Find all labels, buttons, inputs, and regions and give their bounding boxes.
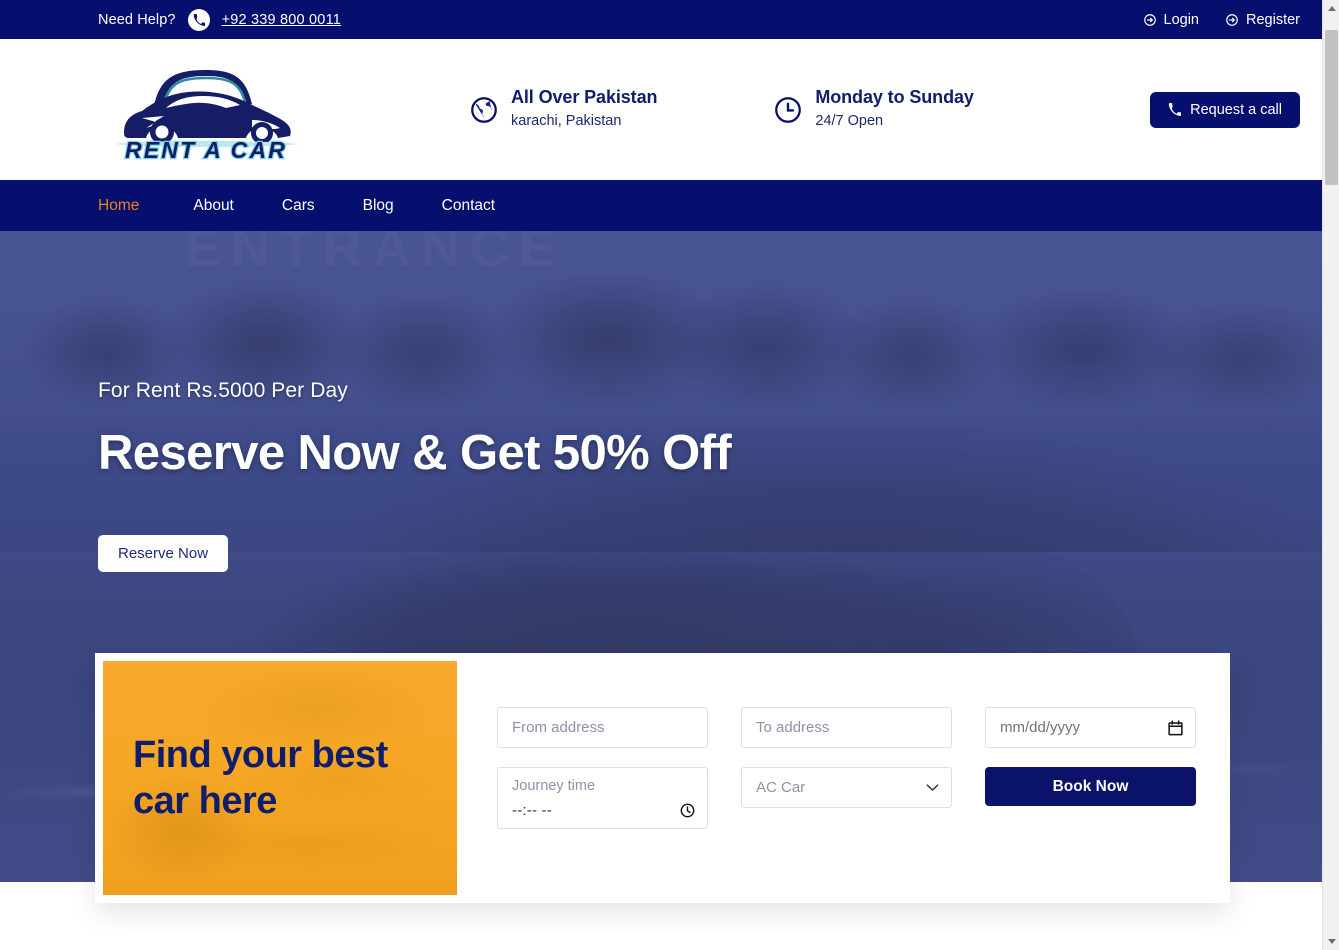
location-subtitle: karachi, Pakistan — [511, 112, 622, 129]
register-link[interactable]: Register — [1225, 12, 1300, 28]
to-address-field — [741, 707, 952, 748]
site-header: RENT A CAR All Over Pakistan karachi, Pa… — [0, 39, 1322, 180]
nav-item-home[interactable]: Home — [98, 180, 169, 231]
booking-form-row-1: mm/dd/yyyy — [497, 707, 1196, 748]
from-address-field — [497, 707, 708, 748]
login-link[interactable]: Login — [1143, 12, 1199, 28]
svg-text:RENT A CAR: RENT A CAR — [124, 137, 286, 162]
journey-date-input[interactable]: mm/dd/yyyy — [985, 707, 1196, 748]
journey-date-field: mm/dd/yyyy — [985, 707, 1196, 748]
car-type-field: AC Car — [741, 767, 952, 829]
main-navigation: Home About Cars Blog Contact — [0, 180, 1322, 231]
header-info-hours: Monday to Sunday 24/7 Open — [773, 86, 974, 132]
hours-title: Monday to Sunday — [815, 87, 974, 108]
to-address-input[interactable] — [741, 707, 952, 748]
request-a-call-button[interactable]: Request a call — [1150, 91, 1300, 128]
journey-time-value: --:-- -- — [512, 801, 552, 819]
register-label: Register — [1246, 11, 1300, 28]
booking-card: Find your best car here mm/dd/yyyy — [95, 653, 1230, 903]
topbar-contact-group: Need Help? +92 339 800 0011 — [98, 8, 341, 31]
browser-viewport: Need Help? +92 339 800 0011 Login Regist… — [0, 0, 1322, 950]
header-info-location-text: All Over Pakistan karachi, Pakistan — [511, 86, 657, 132]
journey-time-label: Journey time — [512, 778, 596, 794]
nav-item-contact[interactable]: Contact — [418, 180, 519, 231]
clock-icon — [773, 95, 803, 125]
phone-icon — [187, 8, 210, 31]
globe-icon — [469, 95, 499, 125]
car-type-select[interactable]: AC Car — [741, 767, 952, 808]
reserve-now-button[interactable]: Reserve Now — [98, 535, 229, 572]
hours-subtitle: 24/7 Open — [815, 112, 884, 129]
need-help-label: Need Help? — [98, 11, 176, 28]
journey-time-input[interactable]: Journey time --:-- -- — [497, 767, 708, 829]
scroll-up-arrow-icon[interactable] — [1323, 0, 1339, 17]
site-logo[interactable]: RENT A CAR — [98, 55, 313, 165]
scroll-down-arrow-icon[interactable] — [1323, 933, 1339, 950]
header-info-hours-text: Monday to Sunday 24/7 Open — [815, 86, 974, 132]
nav-item-about[interactable]: About — [169, 180, 258, 231]
hero-content: For Rent Rs.5000 Per Day Reserve Now & G… — [98, 379, 732, 572]
chevron-down-icon — [926, 783, 939, 792]
page-root: Need Help? +92 339 800 0011 Login Regist… — [0, 0, 1339, 950]
phone-handset-icon — [1168, 103, 1182, 116]
nav-item-cars[interactable]: Cars — [258, 180, 339, 231]
journey-time-field: Journey time --:-- -- — [497, 767, 708, 829]
clock-icon[interactable] — [680, 803, 695, 818]
location-title: All Over Pakistan — [511, 87, 658, 108]
hero-eyebrow: For Rent Rs.5000 Per Day — [98, 379, 348, 402]
journey-time-value-row: --:-- -- — [512, 802, 695, 819]
scrollbar-thumb[interactable] — [1325, 30, 1338, 185]
booking-form-row-2: Journey time --:-- -- AC Car Book Now — [497, 767, 1196, 829]
topbar-auth-group: Login Register — [1143, 12, 1300, 28]
journey-date-placeholder: mm/dd/yyyy — [1000, 719, 1081, 736]
hero-title: Reserve Now & Get 50% Off — [98, 426, 732, 480]
promo-title: Find your best car here — [133, 733, 388, 822]
utility-topbar: Need Help? +92 339 800 0011 Login Regist… — [0, 0, 1322, 39]
sign-in-icon — [1225, 13, 1239, 27]
page-scrollbar[interactable] — [1322, 0, 1339, 950]
calendar-icon[interactable] — [1168, 719, 1183, 736]
nav-item-blog[interactable]: Blog — [339, 180, 418, 231]
login-label: Login — [1163, 11, 1199, 28]
sign-in-icon — [1143, 13, 1157, 27]
request-a-call-label: Request a call — [1190, 101, 1282, 118]
book-now-field: Book Now — [985, 767, 1196, 829]
car-type-selected-value: AC Car — [756, 779, 806, 796]
from-address-input[interactable] — [497, 707, 708, 748]
promo-panel: Find your best car here — [103, 661, 457, 895]
header-info-location: All Over Pakistan karachi, Pakistan — [469, 86, 657, 132]
phone-number-link[interactable]: +92 339 800 0011 — [222, 12, 341, 28]
book-now-button[interactable]: Book Now — [985, 767, 1196, 806]
booking-form: mm/dd/yyyy Journe — [457, 661, 1224, 895]
